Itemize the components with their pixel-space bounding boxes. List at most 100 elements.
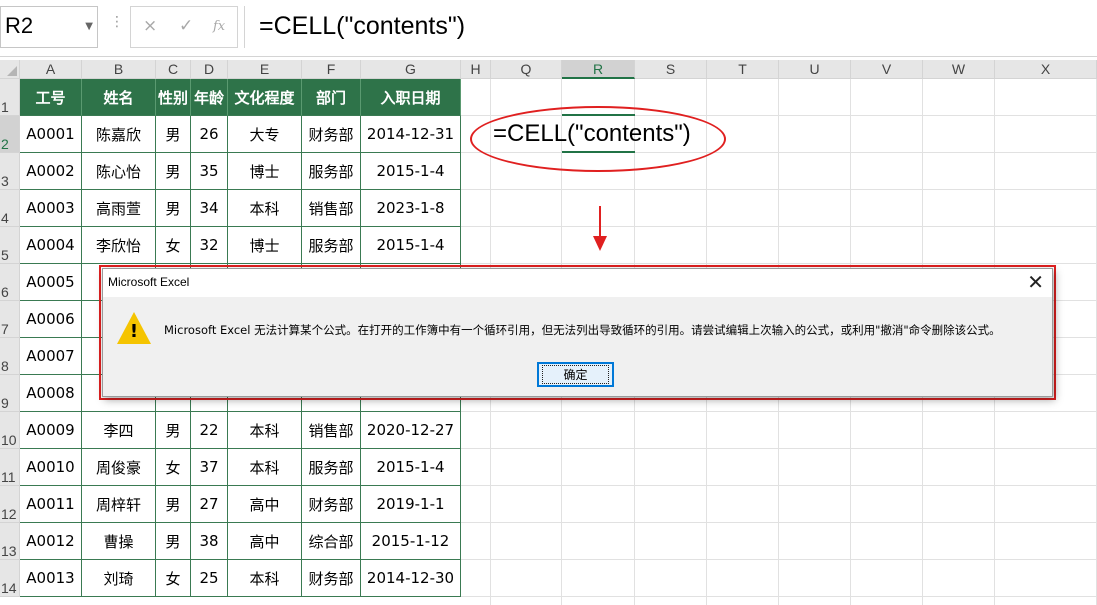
table-cell[interactable]: 李欣怡 [82,227,156,264]
table-cell[interactable]: 2015-1-4 [361,153,461,190]
col-header-d[interactable]: D [191,60,228,79]
ok-button[interactable]: 确定 [537,362,614,387]
table-cell[interactable]: 服务部 [302,153,361,190]
table-cell[interactable]: 销售部 [302,190,361,227]
row-header-10[interactable]: 10 [0,412,20,449]
close-icon[interactable]: ✕ [1027,270,1044,294]
table-header-cell[interactable]: 性别 [156,79,191,116]
table-cell[interactable]: 2023-1-8 [361,190,461,227]
table-cell[interactable]: 高中 [228,486,302,523]
table-header-cell[interactable]: 文化程度 [228,79,302,116]
col-header-v[interactable]: V [851,60,923,79]
table-cell[interactable]: 女 [156,449,191,486]
row-header-12[interactable]: 12 [0,486,20,523]
table-cell[interactable]: 女 [156,560,191,597]
col-header-r[interactable]: R [562,60,635,79]
row-header-1[interactable]: 1 [0,79,20,116]
table-cell[interactable]: 财务部 [302,116,361,153]
insert-function-icon[interactable]: fx [213,19,225,34]
row-header-11[interactable]: 11 [0,449,20,486]
table-cell[interactable]: 本科 [228,190,302,227]
table-cell[interactable]: 37 [191,449,228,486]
col-header-b[interactable]: B [82,60,156,79]
table-cell[interactable]: 2014-12-30 [361,560,461,597]
row-header-13[interactable]: 13 [0,523,20,560]
table-header-cell[interactable]: 年龄 [191,79,228,116]
table-cell[interactable]: 周梓轩 [82,486,156,523]
table-header-cell[interactable]: 入职日期 [361,79,461,116]
col-header-u[interactable]: U [779,60,851,79]
cancel-icon[interactable]: × [143,16,157,36]
table-cell[interactable]: A0013 [20,560,82,597]
table-cell[interactable]: 25 [191,560,228,597]
col-header-s[interactable]: S [635,60,707,79]
table-cell[interactable]: 财务部 [302,486,361,523]
table-cell[interactable]: A0011 [20,486,82,523]
table-cell[interactable]: 2019-1-1 [361,486,461,523]
table-cell[interactable]: 本科 [228,560,302,597]
table-cell[interactable]: 刘琦 [82,560,156,597]
drag-handle-icon[interactable]: ⋮ [110,14,124,30]
table-cell[interactable]: 2015-1-12 [361,523,461,560]
table-cell[interactable]: 销售部 [302,412,361,449]
chevron-down-icon[interactable]: ▼ [85,21,93,32]
table-cell[interactable]: A0012 [20,523,82,560]
table-cell[interactable]: 综合部 [302,523,361,560]
table-cell[interactable]: A0001 [20,116,82,153]
table-cell[interactable]: 男 [156,412,191,449]
name-box[interactable]: R2 ▼ [0,6,98,48]
table-cell[interactable]: 26 [191,116,228,153]
table-cell[interactable]: 女 [156,227,191,264]
table-cell[interactable]: 22 [191,412,228,449]
col-header-x[interactable]: X [995,60,1097,79]
table-cell[interactable]: 陈心怡 [82,153,156,190]
dialog-titlebar[interactable]: Microsoft Excel ✕ [103,269,1052,297]
table-cell[interactable]: 陈嘉欣 [82,116,156,153]
table-cell[interactable]: A0005 [20,264,82,301]
table-header-cell[interactable]: 工号 [20,79,82,116]
row-header-9[interactable]: 9 [0,375,20,412]
table-cell[interactable]: 男 [156,523,191,560]
col-header-c[interactable]: C [156,60,191,79]
table-cell[interactable]: A0007 [20,338,82,375]
table-cell[interactable]: 34 [191,190,228,227]
table-cell[interactable]: 大专 [228,116,302,153]
select-all-corner[interactable] [0,60,20,79]
col-header-a[interactable]: A [20,60,82,79]
row-header-5[interactable]: 5 [0,227,20,264]
table-cell[interactable]: A0004 [20,227,82,264]
table-header-cell[interactable]: 姓名 [82,79,156,116]
row-header-7[interactable]: 7 [0,301,20,338]
row-header-2[interactable]: 2 [0,116,20,153]
table-cell[interactable]: 财务部 [302,560,361,597]
row-header-6[interactable]: 6 [0,264,20,301]
table-cell[interactable]: A0009 [20,412,82,449]
formula-input[interactable]: =CELL("contents") [244,6,1097,48]
table-cell[interactable]: 曹操 [82,523,156,560]
table-cell[interactable]: 男 [156,116,191,153]
col-header-f[interactable]: F [302,60,361,79]
table-cell[interactable]: 32 [191,227,228,264]
table-header-cell[interactable]: 部门 [302,79,361,116]
col-header-h[interactable]: H [461,60,491,79]
table-cell[interactable]: A0010 [20,449,82,486]
table-cell[interactable]: A0003 [20,190,82,227]
table-cell[interactable]: 2015-1-4 [361,227,461,264]
table-cell[interactable]: 李四 [82,412,156,449]
col-header-w[interactable]: W [923,60,995,79]
table-cell[interactable]: 高中 [228,523,302,560]
table-cell[interactable]: 周俊豪 [82,449,156,486]
row-header-14[interactable]: 14 [0,560,20,597]
row-header-4[interactable]: 4 [0,190,20,227]
col-header-t[interactable]: T [707,60,779,79]
table-cell[interactable]: 35 [191,153,228,190]
table-cell[interactable]: 38 [191,523,228,560]
col-header-g[interactable]: G [361,60,461,79]
table-cell[interactable]: 博士 [228,153,302,190]
table-cell[interactable]: A0002 [20,153,82,190]
table-cell[interactable]: 高雨萱 [82,190,156,227]
table-cell[interactable]: 服务部 [302,227,361,264]
table-cell[interactable]: 服务部 [302,449,361,486]
table-cell[interactable]: 男 [156,190,191,227]
table-cell[interactable]: 2020-12-27 [361,412,461,449]
